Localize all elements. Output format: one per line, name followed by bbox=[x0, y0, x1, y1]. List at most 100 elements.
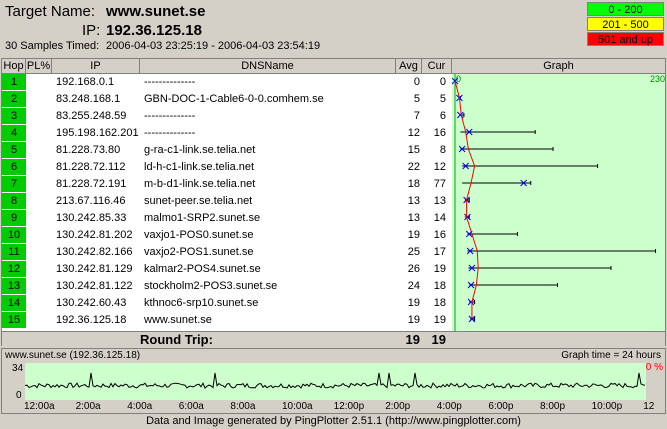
packet-loss bbox=[26, 108, 52, 124]
hop-avg: 5 bbox=[413, 93, 420, 105]
col-pl[interactable]: PL% bbox=[26, 59, 52, 74]
hop-cur: 18 bbox=[433, 280, 446, 292]
hop-number: 11 bbox=[2, 244, 26, 260]
hop-avg: 0 bbox=[413, 76, 420, 88]
hop-ip: 192.36.125.18 bbox=[56, 314, 127, 326]
timeline-x-label: 6:00a bbox=[178, 401, 204, 412]
hop-avg: 19 bbox=[407, 314, 420, 326]
hop-number: 4 bbox=[2, 125, 26, 141]
col-graph[interactable]: Graph bbox=[452, 59, 665, 74]
ip-label: IP: bbox=[82, 22, 101, 39]
hop-dnsname: vaxjo1-POS0.sunet.se bbox=[144, 229, 254, 241]
packet-loss bbox=[26, 261, 52, 277]
hop-ip: 130.242.82.166 bbox=[56, 246, 133, 258]
hop-dnsname: kthnoc6-srp10.sunet.se bbox=[144, 297, 259, 309]
col-avg[interactable]: Avg bbox=[396, 59, 422, 74]
hop-cur: 16 bbox=[433, 229, 446, 241]
hop-dnsname: ld-h-c1-link.se.telia.net bbox=[144, 161, 255, 173]
hop-cur: 13 bbox=[433, 195, 446, 207]
hop-number: 1 bbox=[2, 74, 26, 90]
hop-cur: 14 bbox=[433, 212, 446, 224]
hop-number: 13 bbox=[2, 278, 26, 294]
trace-table: Hop PL% IP DNSName Avg Cur Graph 1 192.16… bbox=[1, 58, 666, 347]
hop-cur: 0 bbox=[439, 76, 446, 88]
hop-dnsname: -------------- bbox=[144, 110, 196, 122]
hop-ip: 83.255.248.59 bbox=[56, 110, 127, 122]
packet-loss bbox=[26, 278, 52, 294]
hop-number: 3 bbox=[2, 108, 26, 124]
hop-dnsname: sunet-peer.se.telia.net bbox=[144, 195, 253, 207]
hop-ip: 130.242.81.202 bbox=[56, 229, 133, 241]
graph-scale-max: 230 bbox=[650, 74, 665, 84]
timeline-x-label: 10:00a bbox=[282, 401, 313, 412]
hop-cur: 8 bbox=[439, 144, 446, 156]
latency-graph: 0 230 bbox=[452, 74, 665, 331]
hop-number: 2 bbox=[2, 91, 26, 107]
packet-loss bbox=[26, 91, 52, 107]
col-ip[interactable]: IP bbox=[52, 59, 140, 74]
packet-loss bbox=[26, 176, 52, 192]
target-name-label: Target Name: bbox=[5, 3, 96, 20]
hop-cur: 19 bbox=[433, 263, 446, 275]
hop-dnsname: vaxjo2-POS1.sunet.se bbox=[144, 246, 254, 258]
hop-ip: 130.242.81.129 bbox=[56, 263, 133, 275]
timeline-x-label: 12:00a bbox=[24, 401, 55, 412]
packet-loss bbox=[26, 193, 52, 209]
hop-avg: 12 bbox=[407, 127, 420, 139]
ip-value: 192.36.125.18 bbox=[106, 22, 202, 39]
packet-loss bbox=[26, 74, 52, 90]
timeline-x-label: 4:00p bbox=[436, 401, 462, 412]
hop-cur: 18 bbox=[433, 297, 446, 309]
hop-cur: 6 bbox=[439, 110, 446, 122]
timeline-panel: www.sunet.se (192.36.125.18) Graph time … bbox=[1, 348, 666, 414]
hop-number: 10 bbox=[2, 227, 26, 243]
packet-loss bbox=[26, 125, 52, 141]
time-range: 2006-04-03 23:25:19 - 2006-04-03 23:54:1… bbox=[106, 40, 321, 52]
packet-loss bbox=[26, 312, 52, 328]
hop-avg: 26 bbox=[407, 263, 420, 275]
timeline-x-label: 6:00p bbox=[488, 401, 514, 412]
hop-cur: 5 bbox=[439, 93, 446, 105]
hop-dnsname: -------------- bbox=[144, 76, 196, 88]
hop-avg: 15 bbox=[407, 144, 420, 156]
hop-ip: 130.242.81.122 bbox=[56, 280, 133, 292]
hop-cur: 77 bbox=[433, 178, 446, 190]
col-cur[interactable]: Cur bbox=[422, 59, 452, 74]
hop-dnsname: malmo1-SRP2.sunet.se bbox=[144, 212, 261, 224]
footer-credit: Data and Image generated by PingPlotter … bbox=[146, 415, 521, 427]
packet-loss bbox=[26, 159, 52, 175]
timeline-ymax: 34 bbox=[12, 363, 24, 374]
timeline-x-label: 8:00p bbox=[540, 401, 566, 412]
hop-ip: 130.242.60.43 bbox=[56, 297, 127, 309]
timeline-chart bbox=[25, 363, 646, 400]
packet-loss bbox=[26, 295, 52, 311]
round-trip-cur: 19 bbox=[431, 332, 446, 347]
timeline-x-label: 12 bbox=[643, 401, 655, 412]
timeline-ymin: 0 bbox=[16, 390, 22, 401]
hop-avg: 13 bbox=[407, 195, 420, 207]
hop-cur: 16 bbox=[433, 127, 446, 139]
graph-background bbox=[452, 74, 665, 331]
hop-ip: 192.168.0.1 bbox=[56, 76, 115, 88]
target-name-value: www.sunet.se bbox=[106, 3, 206, 20]
timeline-x-label: 2:00a bbox=[75, 401, 101, 412]
col-hop[interactable]: Hop bbox=[2, 59, 26, 74]
samples-label: 30 Samples Timed: bbox=[5, 40, 100, 52]
col-dnsname[interactable]: DNSName bbox=[140, 59, 396, 74]
hop-number: 14 bbox=[2, 295, 26, 311]
round-trip-row: Round Trip: 19 19 bbox=[2, 331, 665, 347]
packet-loss bbox=[26, 244, 52, 260]
hop-avg: 22 bbox=[407, 161, 420, 173]
packet-loss bbox=[26, 142, 52, 158]
hop-dnsname: www.sunet.se bbox=[144, 314, 212, 326]
hop-dnsname: stockholm2-POS3.sunet.se bbox=[144, 280, 278, 292]
hop-ip: 213.67.116.46 bbox=[56, 195, 126, 207]
hop-avg: 19 bbox=[407, 229, 420, 241]
legend-green: 0 - 200 bbox=[587, 2, 664, 16]
hop-cur: 12 bbox=[433, 161, 446, 173]
hop-dnsname: -------------- bbox=[144, 127, 196, 139]
hop-cur: 17 bbox=[433, 246, 446, 258]
hop-dnsname: m-b-d1-link.se.telia.net bbox=[144, 178, 256, 190]
hop-ip: 81.228.73.80 bbox=[56, 144, 121, 156]
packet-loss bbox=[26, 210, 52, 226]
